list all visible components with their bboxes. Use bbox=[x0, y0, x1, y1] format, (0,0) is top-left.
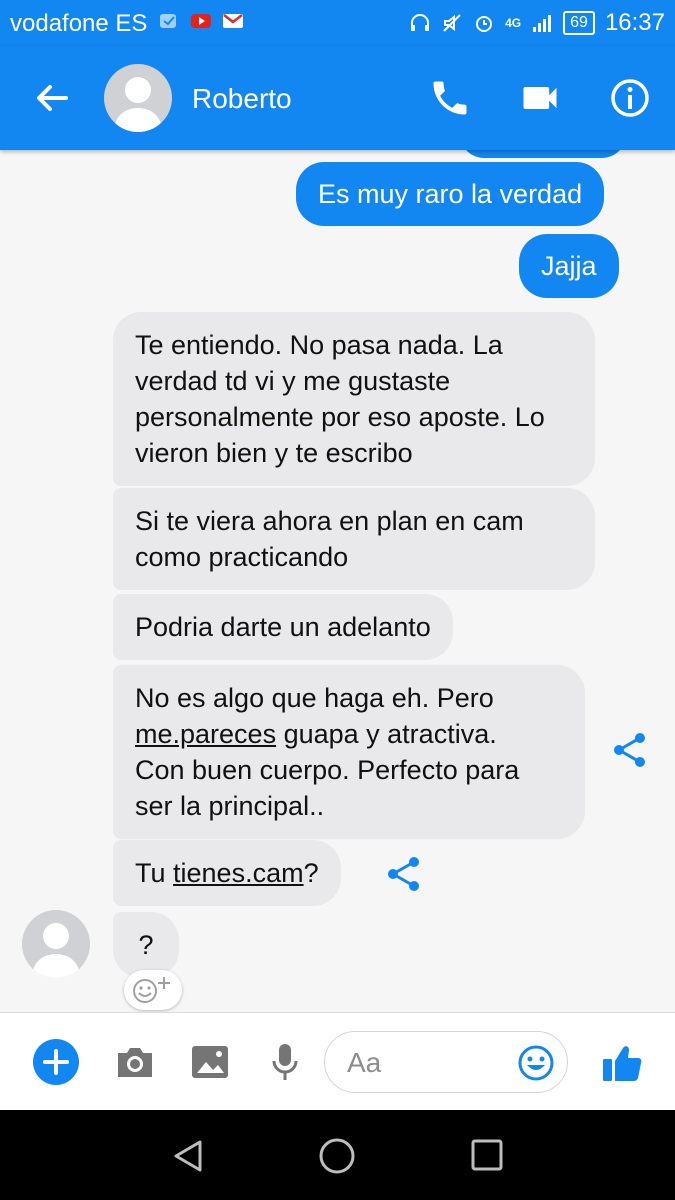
network-label: 4G bbox=[505, 16, 522, 30]
add-icon bbox=[43, 1049, 69, 1075]
back-arrow-icon[interactable] bbox=[30, 76, 74, 120]
message-bubble-incoming[interactable]: Si te viera ahora en plan en cam como pr… bbox=[113, 488, 595, 590]
thumbs-up-icon[interactable] bbox=[600, 1041, 644, 1085]
message-bubble-incoming[interactable]: No es algo que haga eh. Pero me.pareces … bbox=[113, 665, 585, 839]
message-bubble-incoming[interactable]: Podria darte un adelanto bbox=[113, 594, 453, 660]
message-bubble-outgoing[interactable]: Es muy raro la verdad bbox=[296, 162, 605, 226]
nav-back-icon[interactable] bbox=[170, 1138, 206, 1174]
youtube-icon bbox=[191, 14, 211, 28]
message-bubble-incoming[interactable]: Te entiendo. No pasa nada. La verdad td … bbox=[113, 312, 595, 486]
contact-name[interactable]: Roberto bbox=[192, 83, 292, 115]
headphones-icon bbox=[411, 14, 430, 31]
share-icon[interactable] bbox=[610, 730, 650, 770]
default-avatar-icon bbox=[114, 77, 162, 132]
nav-home-icon[interactable] bbox=[318, 1137, 356, 1175]
message-input-field[interactable] bbox=[324, 1031, 568, 1093]
clock: 16:37 bbox=[604, 9, 665, 36]
battery-level: 69 bbox=[563, 11, 595, 35]
notification-app-icon bbox=[160, 14, 176, 28]
conversation-header: Roberto bbox=[0, 46, 675, 150]
message-bubble-incoming[interactable]: ? bbox=[113, 912, 179, 978]
link-text[interactable]: me.pareces bbox=[135, 719, 276, 749]
nav-recent-apps-icon[interactable] bbox=[470, 1138, 504, 1172]
message-input[interactable] bbox=[345, 1044, 509, 1082]
message-bubble-incoming[interactable]: Tu tienes.cam? bbox=[113, 840, 341, 906]
gmail-icon bbox=[223, 14, 243, 28]
add-reaction-button[interactable] bbox=[124, 970, 182, 1010]
video-camera-icon[interactable] bbox=[518, 76, 562, 120]
info-icon[interactable] bbox=[608, 76, 652, 120]
share-icon[interactable] bbox=[384, 854, 424, 894]
contact-avatar[interactable] bbox=[104, 64, 172, 132]
message-bubble-outgoing[interactable]: Jajja bbox=[519, 234, 619, 298]
microphone-icon[interactable] bbox=[268, 1041, 302, 1083]
link-text[interactable]: tienes.cam bbox=[173, 858, 304, 888]
sender-avatar[interactable] bbox=[22, 910, 90, 978]
default-avatar-icon bbox=[32, 923, 80, 978]
system-navigation-bar bbox=[0, 1110, 675, 1200]
message-list[interactable]: Es muy raro la verdad Jajja Te entiendo.… bbox=[0, 150, 675, 1012]
emoji-icon[interactable] bbox=[517, 1044, 555, 1082]
alarm-icon bbox=[476, 16, 493, 32]
carrier-label: vodafone ES bbox=[10, 10, 148, 37]
mute-icon bbox=[443, 14, 461, 32]
add-button[interactable] bbox=[33, 1039, 79, 1085]
camera-icon[interactable] bbox=[114, 1043, 156, 1081]
message-bubble-outgoing-partial[interactable] bbox=[460, 150, 626, 158]
phone-icon[interactable] bbox=[428, 76, 472, 120]
signal-icon bbox=[533, 15, 552, 32]
emoji-add-icon bbox=[133, 977, 170, 1003]
message-composer bbox=[0, 1012, 675, 1111]
status-bar: vodafone ES 4G 69 16:37 bbox=[0, 0, 675, 46]
image-icon[interactable] bbox=[190, 1043, 230, 1081]
